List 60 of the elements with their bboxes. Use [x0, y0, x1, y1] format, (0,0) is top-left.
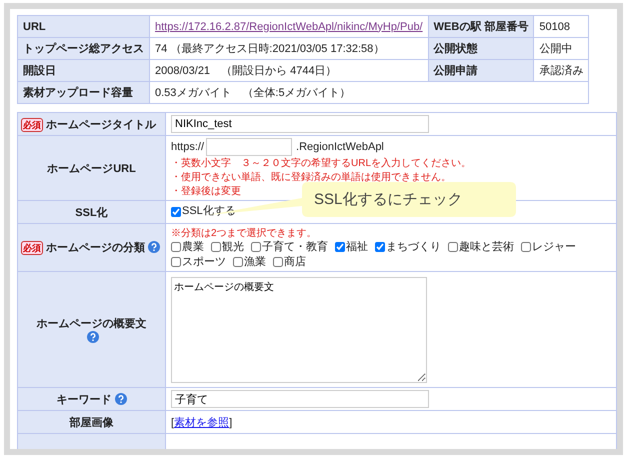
- table-header-cell: WEBの駅 部屋番号: [428, 16, 534, 38]
- field-label: ホームページURL: [47, 162, 136, 174]
- url-prefix: https://: [171, 141, 204, 153]
- checkbox-option[interactable]: 商店: [273, 254, 306, 270]
- required-badge: 必須: [21, 118, 43, 132]
- table-header-cell: トップページ総アクセス: [18, 38, 150, 60]
- field-label: ホームページタイトル: [46, 118, 156, 130]
- table-header-cell: URL: [18, 16, 150, 38]
- checkbox-option[interactable]: 漁業: [233, 254, 266, 270]
- checkbox[interactable]: [448, 242, 458, 252]
- checkbox-option[interactable]: スポーツ: [171, 254, 226, 270]
- checkbox-option[interactable]: 趣味と芸術: [448, 240, 514, 254]
- text-field[interactable]: 子育て: [171, 390, 429, 408]
- checkbox-option[interactable]: 観光: [211, 240, 244, 254]
- required-badge: 必須: [21, 241, 43, 255]
- table-cell: 50108: [534, 16, 589, 38]
- note-text: ・英数小文字 ３～２０文字の希望するURLを入力してください。: [171, 158, 472, 169]
- checkbox[interactable]: [233, 257, 243, 267]
- field-label: SSL化: [75, 206, 108, 218]
- bracket: [: [171, 416, 174, 428]
- field-label: キーワード: [56, 394, 112, 406]
- checkbox-option[interactable]: 福祉: [335, 240, 368, 254]
- bracket: ]: [229, 416, 232, 428]
- url-suffix: .RegionIctWebApl: [296, 141, 384, 153]
- checkbox[interactable]: [171, 242, 181, 252]
- checkbox[interactable]: [171, 206, 181, 217]
- text-field[interactable]: NIKInc_test: [171, 115, 429, 133]
- table-header-cell: 公開状態: [428, 38, 534, 60]
- table-header-cell: 素材アップロード容量: [18, 82, 150, 104]
- callout-text: SSL化するにチェック: [314, 190, 462, 209]
- browse-link[interactable]: 素材を参照: [174, 416, 230, 428]
- checkbox[interactable]: [251, 242, 261, 252]
- table-cell: 2008/03/21 （開設日から 4744日）: [155, 65, 337, 77]
- note-text: ・使用できない単語、既に登録済みの単語は使用できません。: [171, 172, 451, 183]
- table-header-cell: 開設日: [18, 60, 150, 82]
- table-cell: 74 （最終アクセス日時:2021/03/05 17:32:58）: [155, 43, 384, 55]
- field-label: ホームページの分類: [46, 242, 145, 254]
- field-label: ホームページの概要文: [36, 318, 146, 330]
- url-field[interactable]: [206, 138, 292, 156]
- checkbox-option[interactable]: レジャー: [521, 240, 576, 254]
- note-text: ・登録後は変更: [171, 186, 241, 197]
- checkbox[interactable]: [521, 242, 531, 252]
- help-icon[interactable]: [148, 241, 160, 253]
- help-icon[interactable]: [87, 330, 99, 342]
- table-cell: 承認済み: [534, 60, 589, 82]
- table-cell: 0.53メガバイト （全体:5メガバイト）: [155, 87, 351, 99]
- checkbox-option[interactable]: 子育て・教育: [251, 240, 328, 254]
- textarea-field[interactable]: ホームページの概要文: [171, 276, 427, 382]
- checkbox[interactable]: [375, 242, 385, 252]
- field-label: 部屋画像: [70, 416, 114, 428]
- checkbox[interactable]: [211, 242, 221, 252]
- checkbox[interactable]: [273, 257, 283, 267]
- help-icon[interactable]: [114, 392, 126, 404]
- checkbox-option[interactable]: 農業: [171, 240, 204, 254]
- checkbox[interactable]: [335, 242, 345, 252]
- checkbox[interactable]: [171, 257, 181, 267]
- table-header-cell: 公開申請: [428, 60, 534, 82]
- table-cell: 公開中: [534, 38, 589, 60]
- note-text: ※分類は2つまで選択できます。: [171, 228, 317, 238]
- checkbox-option[interactable]: まちづくり: [375, 240, 441, 254]
